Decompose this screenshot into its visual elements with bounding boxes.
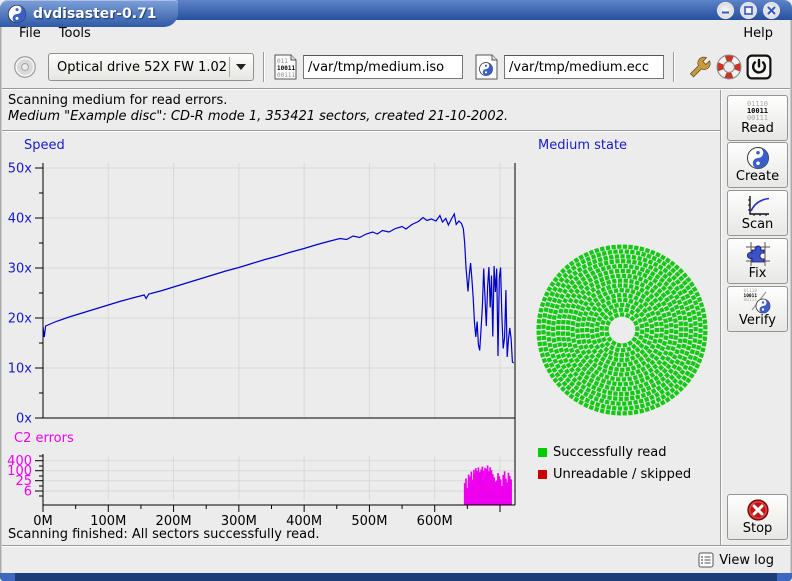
- drive-selector-value: Optical drive 52X FW 1.02: [57, 60, 229, 75]
- svg-text:20x: 20x: [8, 312, 33, 327]
- toolbar: Optical drive 52X FW 1.02 011 10011 0011…: [2, 46, 790, 88]
- medium-info-line: Medium "Example disc": CD-R mode 1, 3534…: [8, 109, 508, 124]
- legend-green-swatch: [538, 448, 547, 457]
- iso-path-field[interactable]: [303, 55, 463, 79]
- medium-state-title: Medium state: [538, 138, 627, 153]
- maximize-button[interactable]: [740, 2, 757, 19]
- chevron-down-icon: [235, 63, 247, 71]
- drive-eject-button[interactable]: [10, 52, 40, 82]
- close-icon: [767, 6, 776, 15]
- drive-eject-icon: [12, 54, 38, 80]
- fix-button-label: Fix: [749, 267, 767, 281]
- menu-file[interactable]: File: [10, 25, 50, 42]
- window-left-border: [0, 20, 2, 573]
- view-log-button[interactable]: View log: [694, 550, 778, 570]
- combo-divider: [229, 57, 230, 77]
- toolbar-separator: [263, 52, 265, 82]
- svg-text:40x: 40x: [8, 212, 33, 227]
- c2-errors-title: C2 errors: [14, 431, 74, 446]
- legend-red-swatch: [538, 470, 547, 479]
- scan-button[interactable]: Scan: [727, 190, 788, 236]
- ecc-path-field[interactable]: [504, 55, 664, 79]
- stop-button[interactable]: Stop: [727, 494, 788, 540]
- legend-read-label: Successfully read: [553, 445, 666, 460]
- window-title: dvdisaster-0.71: [33, 6, 157, 22]
- yin-yang-icon: [746, 146, 770, 170]
- ecc-file-icon: [475, 54, 498, 80]
- stop-cross-icon: [746, 498, 770, 522]
- lifebuoy-icon: [716, 54, 742, 80]
- svg-text:25: 25: [15, 474, 32, 489]
- svg-text:00111: 00111: [277, 72, 295, 79]
- svg-text:50x: 50x: [8, 162, 33, 177]
- legend-row-unreadable: Unreadable / skipped: [538, 463, 691, 485]
- view-log-label: View log: [719, 553, 774, 568]
- svg-text:10x: 10x: [8, 362, 33, 377]
- svg-text:600M: 600M: [417, 514, 453, 529]
- verify-button[interactable]: 01110 10011 00111 Verify: [727, 286, 788, 332]
- power-icon: [746, 54, 772, 80]
- preferences-button[interactable]: [684, 52, 714, 82]
- svg-text:10011: 10011: [277, 65, 295, 72]
- minimize-button[interactable]: [717, 2, 734, 19]
- menu-help[interactable]: Help: [734, 25, 782, 42]
- verify-button-label: Verify: [739, 314, 776, 328]
- separator-under-header: [2, 130, 720, 132]
- svg-text:30x: 30x: [8, 262, 33, 277]
- separator-under-toolbar: [2, 88, 790, 90]
- legend-row-read: Successfully read: [538, 441, 691, 463]
- svg-text:6: 6: [24, 485, 32, 500]
- app-yin-yang-icon: [7, 4, 27, 24]
- maximize-icon: [744, 6, 753, 15]
- fix-button[interactable]: Fix: [727, 238, 788, 284]
- app-window: dvdisaster-0.71 File Tools Help Optical …: [0, 0, 792, 581]
- toolbar-separator2: [673, 52, 675, 82]
- sidebar-separator: [720, 90, 722, 545]
- wrench-icon: [686, 54, 712, 80]
- read-button-label: Read: [741, 122, 774, 136]
- window-bottom-border[interactable]: [0, 573, 792, 581]
- scan-status-line: Scanning medium for read errors.: [8, 93, 227, 108]
- medium-state-legend: Successfully read Unreadable / skipped: [538, 441, 691, 485]
- resize-grip-left[interactable]: [0, 573, 15, 581]
- svg-text:400: 400: [7, 454, 32, 469]
- legend-unreadable-label: Unreadable / skipped: [553, 467, 691, 482]
- log-list-icon: [698, 552, 714, 568]
- bottom-bar: View log: [2, 547, 790, 573]
- binary-lines-icon: 01110 10011 00111: [747, 101, 768, 122]
- scan-button-label: Scan: [742, 218, 774, 232]
- resize-grip-right[interactable]: [777, 573, 792, 581]
- iso-file-icon: 011 10011 00111: [274, 54, 297, 80]
- close-button[interactable]: [763, 2, 780, 19]
- title-tab: dvdisaster-0.71: [0, 0, 178, 27]
- menu-tools[interactable]: Tools: [50, 25, 100, 42]
- finish-status-line: Scanning finished: All sectors successfu…: [8, 527, 320, 542]
- stop-button-label: Stop: [743, 522, 773, 536]
- svg-text:0x: 0x: [16, 412, 32, 427]
- svg-text:100: 100: [7, 464, 32, 479]
- svg-text:011: 011: [277, 58, 288, 65]
- puzzle-icon: [745, 241, 771, 267]
- read-button[interactable]: 01110 10011 00111 Read: [727, 95, 788, 141]
- minimize-icon: [721, 6, 730, 15]
- drive-selector[interactable]: Optical drive 52X FW 1.02: [48, 53, 254, 81]
- verify-icon: 01110 10011 00111: [744, 290, 772, 314]
- create-button[interactable]: Create: [727, 142, 788, 188]
- speed-chart-title: Speed: [24, 138, 65, 153]
- create-button-label: Create: [736, 170, 779, 184]
- help-button[interactable]: [714, 52, 744, 82]
- scan-chart-icon: [745, 194, 771, 218]
- svg-text:500M: 500M: [351, 514, 387, 529]
- quit-button[interactable]: [744, 52, 774, 82]
